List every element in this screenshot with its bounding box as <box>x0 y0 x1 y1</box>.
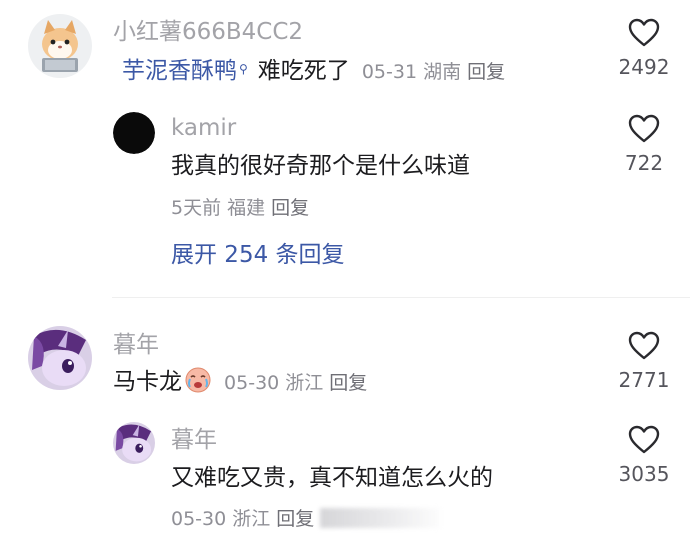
like-button[interactable]: 2771 <box>609 331 679 393</box>
like-count: 722 <box>624 151 664 175</box>
reply-username[interactable]: kamir <box>171 113 236 143</box>
heart-icon[interactable] <box>628 331 660 361</box>
purple-pony-avatar <box>113 422 155 464</box>
comment-username[interactable]: 暮年 <box>113 330 159 360</box>
search-icon: ⚲ <box>239 62 248 76</box>
comment-meta: 05-30 浙江 回复 <box>218 372 373 394</box>
reply-username[interactable]: 暮年 <box>171 425 217 455</box>
black-circle-avatar <box>113 112 155 154</box>
divider <box>112 297 690 298</box>
mention-name[interactable]: 芋泥香酥鸭 <box>122 55 237 87</box>
reply-location: 福建 <box>227 197 266 219</box>
comment-meta: 05-31 湖南 回复 <box>356 61 511 83</box>
reply-button[interactable]: 回复 <box>276 508 314 530</box>
like-button[interactable]: 2492 <box>609 18 679 80</box>
avatar[interactable] <box>113 112 155 154</box>
reply-date: 5天前 <box>171 197 222 219</box>
like-count: 3035 <box>618 462 670 486</box>
comment-location: 浙江 <box>285 372 324 394</box>
reply-meta: 5天前 福建 回复 <box>171 195 315 221</box>
comment-section: 小红薯666B4CC2 芋泥香酥鸭 ⚲ 难吃死了 05-31 湖南 回复 2492 k… <box>0 0 690 545</box>
comment-username[interactable]: 小红薯666B4CC2 <box>113 17 303 47</box>
comment-content: 马卡龙 05-30 浙江 回复 <box>113 366 373 399</box>
reply-content: 又难吃又贵，真不知道怎么火的 <box>171 465 493 491</box>
comment-text: 马卡龙 <box>113 369 182 395</box>
watermark <box>320 508 441 528</box>
reply-button[interactable]: 回复 <box>329 372 367 394</box>
reply-date: 05-30 <box>171 508 227 530</box>
avatar[interactable] <box>113 422 155 464</box>
heart-icon[interactable] <box>628 114 660 144</box>
like-button[interactable]: 722 <box>609 114 679 176</box>
avatar[interactable] <box>28 326 92 390</box>
heart-icon[interactable] <box>628 18 660 48</box>
comment-location: 湖南 <box>423 61 462 83</box>
reply-location: 浙江 <box>232 508 271 530</box>
comment-content: 芋泥香酥鸭 ⚲ 难吃死了 05-31 湖南 回复 <box>122 55 511 88</box>
reply-button[interactable]: 回复 <box>467 61 505 83</box>
like-count: 2492 <box>618 55 670 79</box>
avatar[interactable] <box>28 14 92 78</box>
like-count: 2771 <box>618 368 670 392</box>
expand-replies-button[interactable]: 展开 254 条回复 <box>171 240 345 270</box>
comment-text: 难吃死了 <box>257 58 350 84</box>
reply-content: 我真的很好奇那个是什么味道 <box>171 153 470 179</box>
purple-pony-avatar <box>28 326 92 390</box>
cat-with-laptop-avatar <box>28 14 92 78</box>
comment-date: 05-31 <box>361 61 418 83</box>
crying-emoji-icon <box>185 367 211 393</box>
comment-date: 05-30 <box>224 372 280 394</box>
mention-link[interactable]: 芋泥香酥鸭 ⚲ <box>122 55 258 87</box>
reply-button[interactable]: 回复 <box>271 197 309 219</box>
reply-meta: 05-30 浙江 回复 <box>171 506 446 532</box>
heart-icon[interactable] <box>628 425 660 455</box>
like-button[interactable]: 3035 <box>609 425 679 487</box>
